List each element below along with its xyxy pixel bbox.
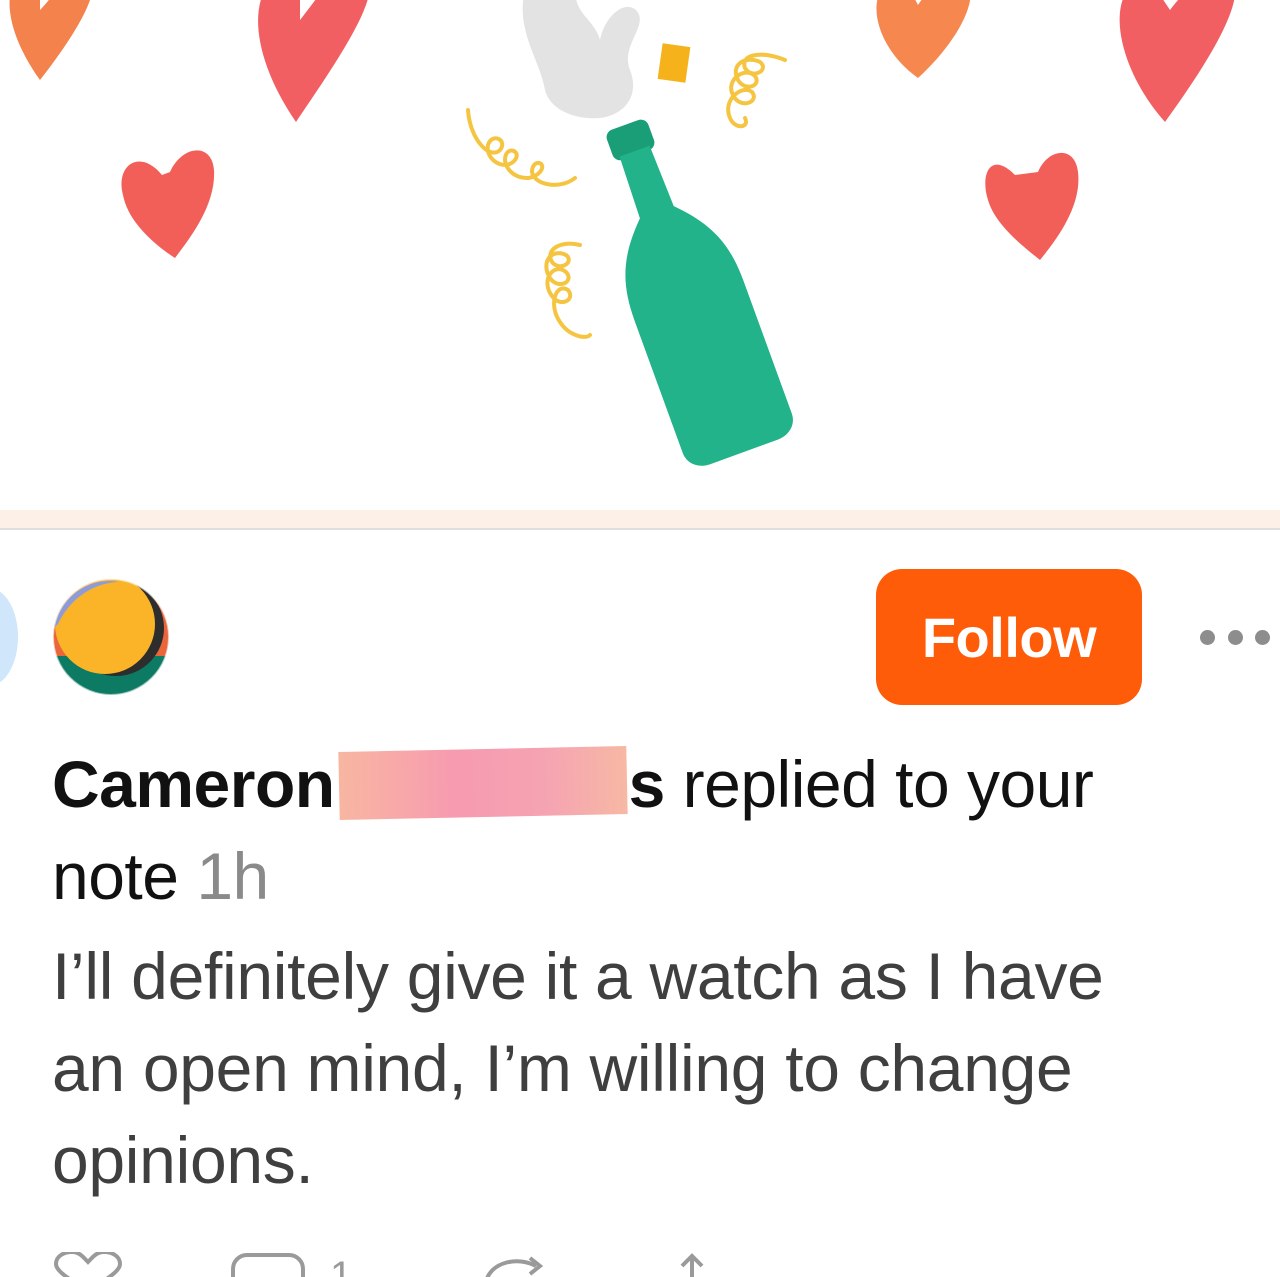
notification-action-text: replied to your [682, 747, 1094, 821]
confetti-icon [544, 241, 592, 339]
author-name[interactable]: Cameron s [52, 745, 665, 821]
reply-text-line: an open mind, I’m willing to change [52, 1031, 1073, 1105]
timestamp: 1h [196, 839, 269, 913]
heart-icon [876, 0, 971, 78]
confetti-piece-icon [657, 43, 691, 83]
follow-button[interactable]: Follow [876, 569, 1142, 705]
heart-icon [1119, 0, 1235, 122]
redaction-mark [337, 745, 628, 821]
section-divider [0, 510, 1280, 528]
splash-icon [522, 0, 640, 119]
reply-text[interactable]: I’ll definitely give it a watch as I hav… [52, 930, 1280, 1206]
heart-icon [985, 152, 1079, 260]
celebration-illustration [9, 0, 1235, 466]
notification-object-link[interactable]: note [52, 839, 179, 913]
unread-indicator [0, 588, 18, 686]
heart-outline-icon[interactable] [52, 1252, 124, 1277]
restack-icon[interactable] [478, 1252, 554, 1277]
comment-count: 1 [330, 1254, 353, 1277]
reply-text-line: opinions. [52, 1123, 314, 1197]
champagne-bottle-icon [606, 119, 793, 466]
notification-headline: Cameron s replied to your note 1h [52, 738, 1272, 922]
confetti-icon [726, 52, 787, 129]
celebration-banner [0, 0, 1280, 510]
more-options-icon[interactable] [1200, 620, 1270, 654]
comment-icon[interactable] [230, 1252, 306, 1277]
section-divider-line [0, 528, 1280, 530]
confetti-icon [466, 108, 577, 187]
reply-text-line: I’ll definitely give it a watch as I hav… [52, 939, 1104, 1013]
heart-icon [121, 150, 215, 258]
heart-icon [9, 0, 90, 80]
action-bar: 1 [0, 1238, 1280, 1277]
heart-icon [258, 0, 368, 122]
avatar[interactable] [50, 576, 172, 698]
share-icon[interactable] [672, 1252, 712, 1277]
